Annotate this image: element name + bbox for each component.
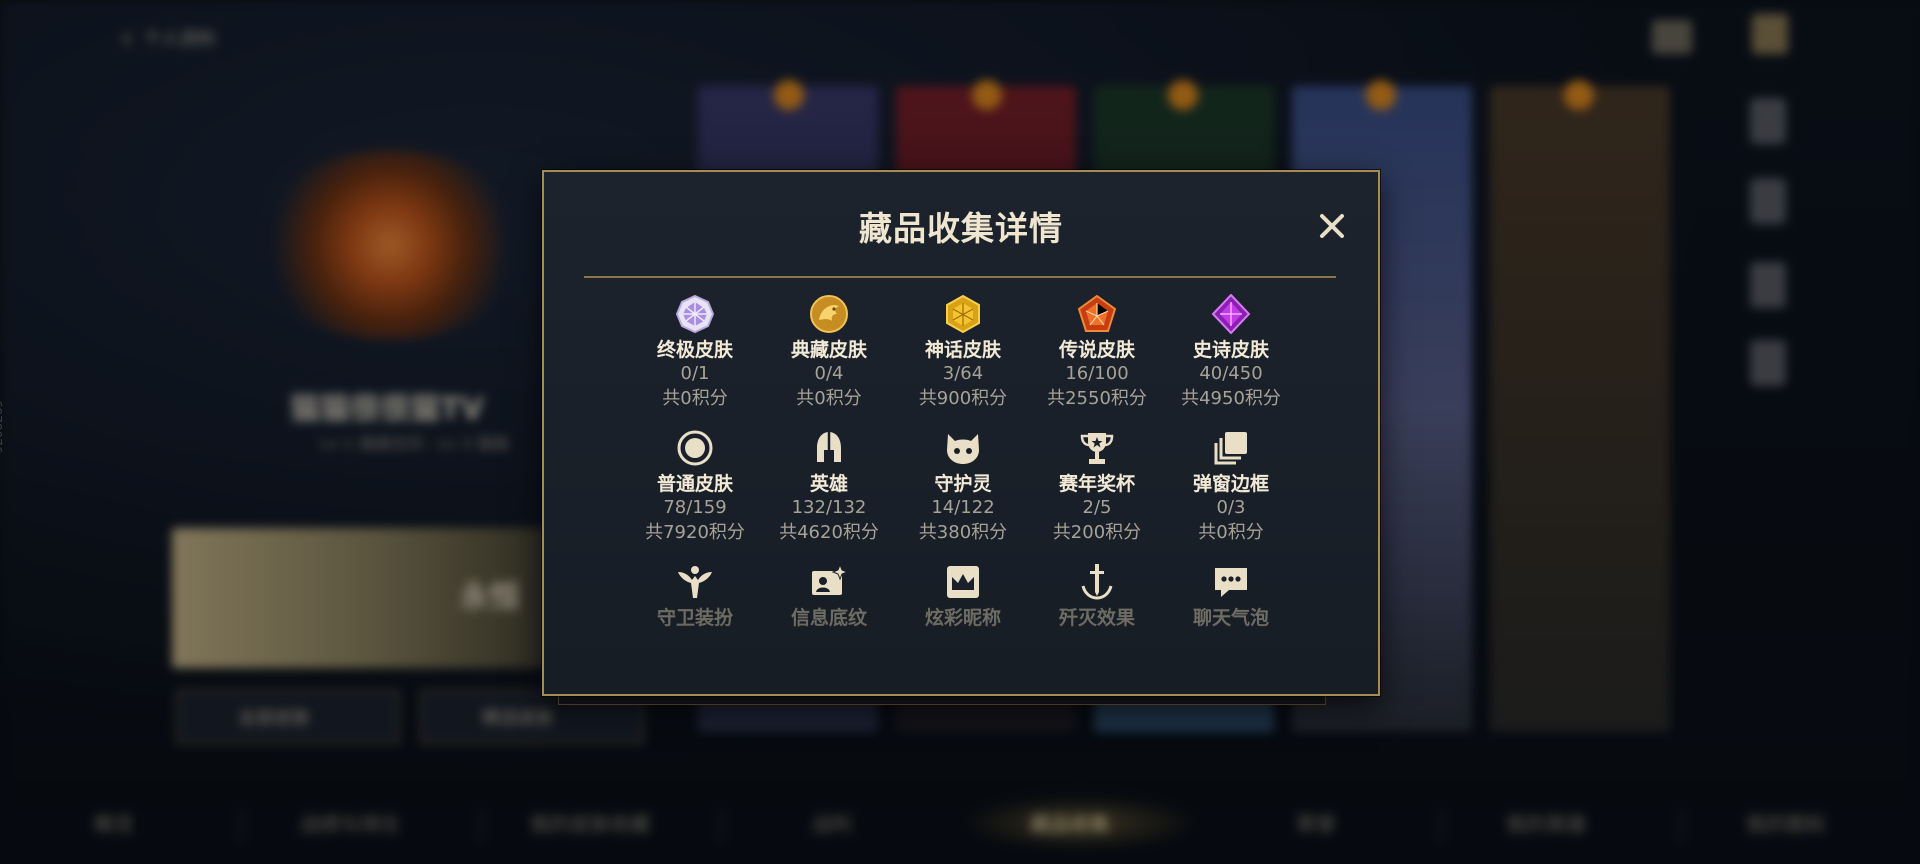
item-name: 普通皮肤: [656, 473, 733, 495]
item-points: 共4620积分: [779, 522, 879, 543]
crown-card-icon: [947, 566, 979, 598]
ward-icon: [678, 566, 712, 598]
item-points: 共2550积分: [1047, 388, 1147, 409]
collection-item-ultimate-skin[interactable]: 终极皮肤 0/1 共0积分: [630, 294, 760, 412]
item-count: 0/4: [814, 363, 844, 384]
item-points: 共380积分: [918, 522, 1008, 543]
dialog-title: 藏品收集详情: [859, 209, 1063, 248]
epic-gem-icon: [1211, 294, 1251, 334]
item-count: 132/132: [791, 497, 867, 518]
item-name: 史诗皮肤: [1192, 339, 1269, 361]
collection-item-legendary-skin[interactable]: 传说皮肤 16/100 共2550积分: [1032, 294, 1162, 412]
item-count: 0/1: [680, 363, 710, 384]
mythic-gem-icon: [946, 294, 980, 334]
collection-item-little-legend[interactable]: 守护灵 14/122 共380积分: [898, 428, 1028, 546]
item-count: 16/100: [1065, 363, 1129, 384]
collection-item-prestige-skin[interactable]: 典藏皮肤 0/4 共0积分: [764, 294, 894, 412]
card-sparkle-icon: [812, 563, 849, 595]
item-name: 英雄: [809, 473, 848, 495]
ultimate-gem-icon: [675, 294, 715, 334]
item-points: 共7920积分: [645, 522, 745, 543]
collection-item-colorful-nickname[interactable]: 炫彩昵称: [898, 562, 1028, 630]
item-name: 典藏皮肤: [790, 339, 867, 361]
sword-icon: [1081, 564, 1113, 600]
item-points: 共200积分: [1052, 522, 1142, 543]
close-icon[interactable]: [1312, 206, 1352, 246]
collection-details-dialog: 藏品收集详情 终极皮肤 0/1 共0积分 典藏皮肤 0/4 共0积分 神话皮肤 …: [542, 170, 1380, 696]
item-name: 神话皮肤: [924, 339, 1001, 361]
collection-item-chat-bubble[interactable]: 聊天气泡: [1166, 562, 1296, 630]
item-count: 0/3: [1216, 497, 1246, 518]
item-points: 共900积分: [918, 388, 1008, 409]
item-points: 共0积分: [796, 388, 862, 409]
collection-item-epic-skin[interactable]: 史诗皮肤 40/450 共4950积分: [1166, 294, 1296, 412]
collection-item-mythic-skin[interactable]: 神话皮肤 3/64 共900积分: [898, 294, 1028, 412]
item-points: 共0积分: [1198, 522, 1264, 543]
item-name: 守护灵: [934, 473, 992, 495]
frames-icon: [1214, 432, 1247, 465]
item-count: 40/450: [1199, 363, 1263, 384]
item-count: 78/159: [663, 497, 727, 518]
scroll-fade: [544, 622, 1378, 658]
trophy-icon: [1080, 433, 1114, 464]
collection-item-classic-skin[interactable]: 普通皮肤 78/159 共7920积分: [630, 428, 760, 546]
item-name: 赛年奖杯: [1058, 473, 1135, 495]
item-count: 14/122: [931, 497, 995, 518]
collection-item-champion[interactable]: 英雄 132/132 共4620积分: [764, 428, 894, 546]
item-name: 弹窗边框: [1192, 473, 1269, 495]
item-count: 3/64: [942, 363, 984, 384]
dragon-medal-icon: [810, 295, 848, 333]
collection-item-info-card[interactable]: 信息底纹: [764, 562, 894, 630]
collection-item-ward-skin[interactable]: 守卫装扮: [630, 562, 760, 630]
title-divider: [584, 276, 1336, 278]
collection-item-popup-frame[interactable]: 弹窗边框 0/3 共0积分: [1166, 428, 1296, 546]
item-name: 传说皮肤: [1058, 339, 1135, 361]
collection-item-annihilate-effect[interactable]: 歼灭效果: [1032, 562, 1162, 630]
collection-item-season-trophy[interactable]: 赛年奖杯 2/5 共200积分: [1032, 428, 1162, 546]
helmet-icon: [817, 432, 841, 462]
item-points: 共4950积分: [1181, 388, 1281, 409]
guardian-face-icon: [947, 434, 979, 464]
item-points: 共0积分: [662, 388, 728, 409]
item-count: 2/5: [1082, 497, 1112, 518]
ring-icon: [677, 430, 713, 466]
legendary-gem-icon: [1077, 294, 1117, 332]
item-name: 终极皮肤: [656, 339, 733, 361]
close-button[interactable]: [1312, 206, 1352, 246]
chat-bubble-icon: [1215, 568, 1247, 597]
